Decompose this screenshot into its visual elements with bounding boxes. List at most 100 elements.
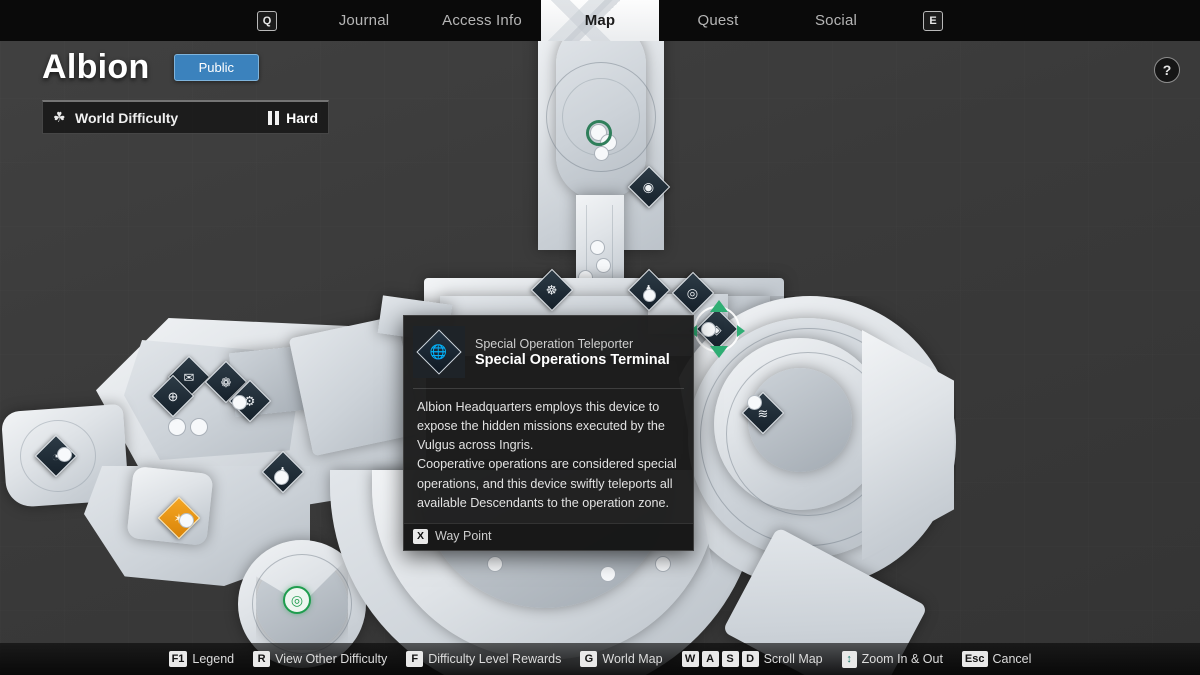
resource-icon: ☸ <box>530 268 574 312</box>
session-visibility-badge[interactable]: Public <box>173 54 259 81</box>
tooltip-body: Albion Headquarters employs this device … <box>404 389 693 523</box>
waypoint-key: X <box>413 528 428 544</box>
region-header: Albion Public ☘ World Difficulty Hard <box>42 48 329 134</box>
selection-arrow-top <box>710 300 728 312</box>
tab-journal[interactable]: Journal <box>305 0 423 41</box>
tooltip-icon-diamond: 🌐 <box>416 329 462 375</box>
tab-quest-label: Quest <box>697 12 739 29</box>
tab-social[interactable]: Social <box>777 0 895 41</box>
tooltip-name: Special Operations Terminal <box>475 351 670 368</box>
hint-world-map-label: World Map <box>602 652 663 666</box>
map-node-n1 <box>590 240 605 255</box>
world-difficulty-left: ☘ World Difficulty <box>53 110 178 126</box>
key-f1: F1 <box>168 651 188 667</box>
npc-dot <box>643 289 656 302</box>
key-hint-bar: F1 Legend R View Other Difficulty F Diff… <box>0 643 1200 675</box>
hint-zoom[interactable]: ↕ Zoom In & Out <box>841 650 943 668</box>
key-r: R <box>253 651 271 667</box>
tab-social-label: Social <box>814 12 858 29</box>
marker-npc-quest[interactable]: ♟ <box>261 450 305 494</box>
tab-journal-label: Journal <box>338 12 390 29</box>
hint-difficulty-keys: R <box>253 651 271 667</box>
globe-diamond-icon: 🌐 <box>413 326 465 378</box>
hint-zoom-label: Zoom In & Out <box>861 652 943 666</box>
tooltip-description-1: Albion Headquarters employs this device … <box>417 400 665 453</box>
marker-vendor-npc[interactable]: ♟ <box>627 268 671 312</box>
hint-scroll-map-label: Scroll Map <box>763 652 823 666</box>
map-node-s1 <box>487 556 503 572</box>
hint-cancel[interactable]: Esc Cancel <box>961 651 1032 667</box>
title-row: Albion Public <box>42 48 329 87</box>
map-node-l1 <box>168 418 186 436</box>
hint-world-map-keys: G <box>580 651 598 667</box>
marker-arche-tuning[interactable]: ≋ <box>741 391 785 435</box>
marker-selection-ring <box>689 300 745 358</box>
key-d: D <box>741 651 759 667</box>
quest-dot <box>274 470 289 485</box>
key-a: A <box>701 651 719 667</box>
world-difficulty-right: Hard <box>268 110 318 126</box>
map-node-n2 <box>596 258 611 273</box>
map-ring-green-accent <box>586 120 612 146</box>
map-node-l2 <box>190 418 208 436</box>
marker-workshop[interactable]: ⚙ <box>228 379 272 423</box>
workshop-dot <box>232 395 247 410</box>
marker-resource[interactable]: ☸ <box>530 268 574 312</box>
hint-cancel-label: Cancel <box>992 652 1032 666</box>
hint-legend-keys: F1 <box>168 651 188 667</box>
tooltip-titles: Special Operation Teleporter Special Ope… <box>475 337 670 368</box>
key-g: G <box>580 651 598 667</box>
world-difficulty-icon: ☘ <box>53 109 66 125</box>
hint-view-other-difficulty-label: View Other Difficulty <box>275 652 388 666</box>
page-title: Albion <box>42 48 150 86</box>
map-node-s3 <box>655 556 671 572</box>
hint-zoom-keys: ↕ <box>841 650 857 668</box>
tab-access-info[interactable]: Access Info <box>423 0 541 41</box>
tab-quest[interactable]: Quest <box>659 0 777 41</box>
marker-special-operations-terminal[interactable]: ◈ <box>689 300 745 358</box>
key-s: S <box>721 651 739 667</box>
mouse-wheel-icon: ↕ <box>841 650 857 668</box>
amorphous-dot <box>179 513 194 528</box>
map-node-s2 <box>600 566 616 582</box>
tooltip-category: Special Operation Teleporter <box>475 336 634 351</box>
hint-difficulty-level-rewards-label: Difficulty Level Rewards <box>428 652 562 666</box>
tab-map-label: Map <box>584 12 616 29</box>
marker-tooltip: 🌐 Special Operation Teleporter Special O… <box>403 315 694 551</box>
hint-view-other-difficulty[interactable]: R View Other Difficulty <box>253 651 387 667</box>
marker-module-shop[interactable]: ◔ <box>34 434 78 478</box>
selection-arrow-right <box>737 325 745 337</box>
marker-waypoint-north[interactable]: ◉ <box>627 165 671 209</box>
waypoint-action-label: Way Point <box>435 529 492 544</box>
map-screen: ◉ ☸ ♟ ◎ ◈ ✉ ❁ ⊕ <box>0 0 1200 675</box>
difficulty-level-indicator <box>268 110 280 125</box>
tab-access-info-label: Access Info <box>442 12 522 29</box>
tooltip-footer[interactable]: X Way Point <box>404 522 693 550</box>
selection-arrow-bottom <box>710 346 728 358</box>
marker-target-board[interactable]: ⊕ <box>151 374 195 418</box>
key-esc: Esc <box>961 651 988 667</box>
player-position-icon: ◎ <box>290 591 304 608</box>
nav-prev-key[interactable]: Q <box>257 10 277 31</box>
map-node-n7 <box>594 146 609 161</box>
target-board-icon: ⊕ <box>151 374 195 418</box>
hint-world-map[interactable]: G World Map <box>580 651 663 667</box>
tab-map[interactable]: Map <box>541 0 659 41</box>
hint-legend[interactable]: F1 Legend <box>168 651 234 667</box>
help-button[interactable]: ? <box>1154 57 1180 83</box>
nav-next-key[interactable]: E <box>923 10 943 31</box>
hint-rewards-keys: F <box>406 651 424 667</box>
world-difficulty-bar[interactable]: ☘ World Difficulty Hard <box>42 100 329 134</box>
key-f: F <box>406 651 424 667</box>
hint-scroll-map-keys: W A S D <box>681 651 759 667</box>
tooltip-description-2: Cooperative operations are considered sp… <box>417 457 677 510</box>
marker-amorphous-vendor[interactable]: ✶ <box>157 496 201 540</box>
arche-dot <box>747 395 762 410</box>
world-difficulty-value: Hard <box>286 109 318 126</box>
hint-scroll-map[interactable]: W A S D Scroll Map <box>681 651 823 667</box>
marker-broadcast[interactable]: ◎ <box>671 271 715 315</box>
world-difficulty-label: World Difficulty <box>75 109 179 126</box>
tooltip-header: 🌐 Special Operation Teleporter Special O… <box>404 316 693 388</box>
hint-difficulty-level-rewards[interactable]: F Difficulty Level Rewards <box>406 651 561 667</box>
key-w: W <box>681 651 699 667</box>
